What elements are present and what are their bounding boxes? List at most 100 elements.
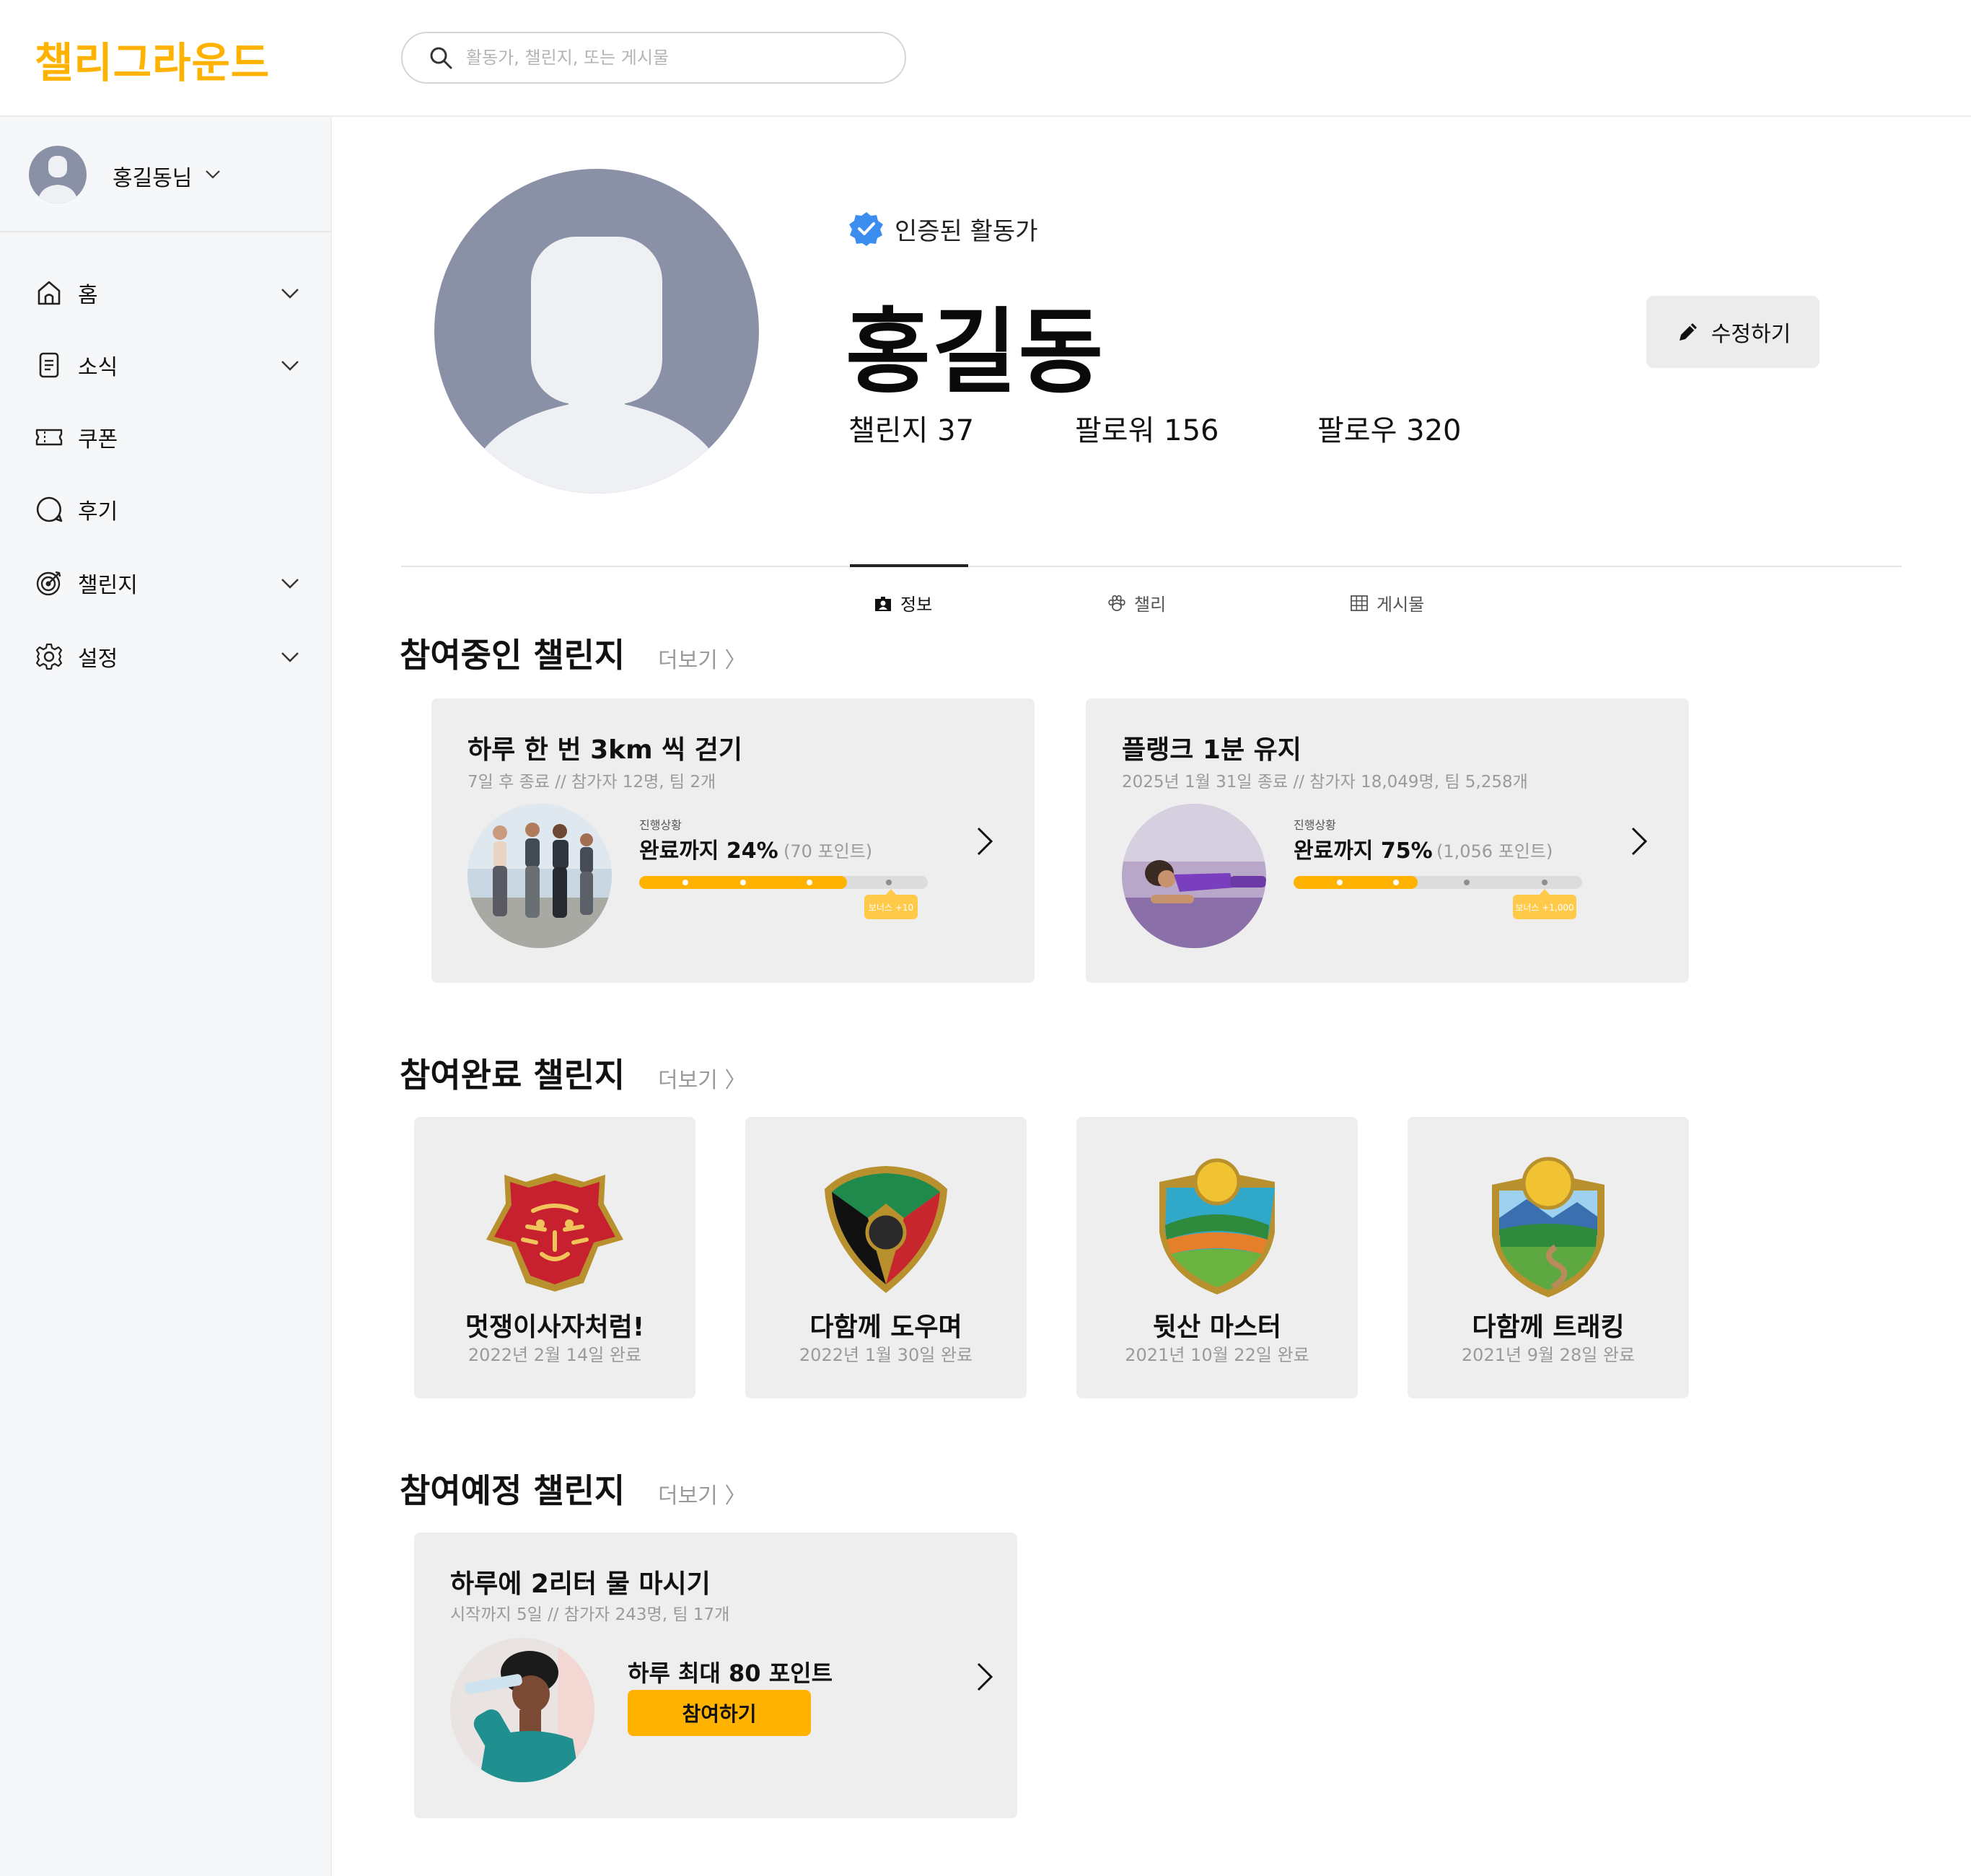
- search-input[interactable]: [466, 48, 870, 68]
- tab-challi[interactable]: 챌리: [1107, 590, 1166, 615]
- challenge-photo-water: [450, 1638, 594, 1782]
- progress-dot-bonus: [1542, 880, 1548, 885]
- ongoing-challenge-card[interactable]: 플랭크 1분 유지 2025년 1월 31일 종료 // 참가자 18,049명…: [1086, 698, 1689, 983]
- target-icon: [36, 571, 61, 596]
- chat-bubble-icon: [36, 496, 63, 522]
- sidebar: 홍길동님 홈 소식 쿠폰 후기 챌린지 설정: [0, 117, 332, 1876]
- chevron-down-icon[interactable]: [203, 165, 222, 183]
- ongoing-challenge-card[interactable]: 하루 한 번 3km 씩 걷기 7일 후 종료 // 참가자 12명, 팀 2개…: [431, 698, 1035, 983]
- sidebar-item-label: 쿠폰: [78, 427, 118, 452]
- sidebar-item-label: 홈: [78, 283, 98, 308]
- progress-label: 진행상황: [639, 818, 682, 832]
- progress-dot: [1464, 880, 1470, 885]
- sidebar-item-label: 후기: [78, 499, 118, 525]
- ticket-icon: [35, 429, 63, 446]
- completed-badge-card[interactable]: 다함께 트래킹 2021년 9월 28일 완료: [1408, 1117, 1689, 1398]
- challenge-title: 하루에 2리터 물 마시기: [450, 1569, 711, 1599]
- completed-badge-card[interactable]: 다함께 도우며 2022년 1월 30일 완료: [745, 1117, 1027, 1398]
- more-link-ongoing[interactable]: 더보기 〉: [658, 642, 746, 674]
- completed-badge-card[interactable]: 멋쟁이사자처럼! 2022년 2월 14일 완료: [414, 1117, 695, 1398]
- join-button[interactable]: 참여하기: [628, 1690, 811, 1736]
- progress-dot: [807, 880, 812, 885]
- tab-label: 챌리: [1134, 595, 1167, 615]
- chevron-down-icon[interactable]: [278, 645, 302, 668]
- progress-bar: [639, 876, 928, 889]
- id-card-icon: [875, 596, 891, 611]
- grid-icon: [1351, 595, 1368, 611]
- badge-title: 다함께 트래킹: [1472, 1312, 1625, 1342]
- chevron-down-icon[interactable]: [278, 571, 302, 595]
- sidebar-item-coupon[interactable]: 쿠폰: [0, 408, 332, 466]
- chevron-down-icon[interactable]: [278, 281, 302, 304]
- challenge-photo-walking: [467, 804, 612, 948]
- verified-check-icon: [849, 212, 883, 246]
- sidebar-item-label: 설정: [78, 646, 118, 672]
- tab-posts[interactable]: 게시물: [1349, 590, 1424, 615]
- stat-following[interactable]: 팔로우 320: [1317, 407, 1461, 449]
- stat-followers[interactable]: 팔로워 156: [1075, 407, 1219, 449]
- sidebar-item-settings[interactable]: 설정: [0, 628, 332, 685]
- progress-label: 진행상황: [1294, 818, 1336, 832]
- sidebar-item-reviews[interactable]: 후기: [0, 481, 332, 538]
- sidebar-item-challenge[interactable]: 챌린지: [0, 554, 332, 612]
- sidebar-profile[interactable]: 홍길동님: [0, 117, 332, 232]
- app-logo[interactable]: 챌리그라운드: [35, 29, 270, 89]
- tab-divider: [401, 566, 1902, 567]
- chevron-right-icon[interactable]: [970, 824, 998, 859]
- badge-title: 다함께 도우며: [809, 1312, 962, 1342]
- challenge-meta: 시작까지 5일 // 참가자 243명, 팀 17개: [450, 1605, 730, 1624]
- progress-points: (1,056 포인트): [1436, 841, 1553, 862]
- search-bar[interactable]: [401, 32, 906, 84]
- progress-bar: [1294, 876, 1582, 889]
- search-icon: [430, 47, 452, 69]
- more-link-upcoming[interactable]: 더보기 〉: [658, 1478, 746, 1509]
- edit-profile-button[interactable]: 수정하기: [1646, 296, 1819, 368]
- challenge-photo-plank: [1122, 804, 1266, 948]
- avatar[interactable]: [29, 146, 87, 203]
- more-link-completed[interactable]: 더보기 〉: [658, 1062, 746, 1094]
- badge-date: 2022년 2월 14일 완료: [467, 1345, 642, 1365]
- edit-profile-label: 수정하기: [1711, 322, 1791, 347]
- tab-info[interactable]: 정보: [873, 590, 932, 615]
- progress-dot-bonus: [886, 880, 892, 885]
- challenge-meta: 2025년 1월 31일 종료 // 참가자 18,049명, 팀 5,258개: [1122, 773, 1528, 792]
- verified-label: 인증된 활동가: [895, 216, 1038, 246]
- section-title-completed: 참여완료 챌린지: [400, 1056, 625, 1095]
- progress-dot: [1337, 880, 1343, 885]
- progress-dot: [682, 880, 688, 885]
- badge-title: 멋쟁이사자처럼!: [465, 1312, 645, 1342]
- badge-date: 2021년 9월 28일 완료: [1461, 1345, 1636, 1365]
- progress-points: (70 포인트): [783, 841, 873, 862]
- paw-icon: [1108, 595, 1125, 611]
- profile-avatar: [434, 169, 759, 494]
- bonus-tag: 보너스 +1,000: [1513, 889, 1576, 919]
- active-tab-indicator: [850, 564, 968, 567]
- hill-badge-icon: [1159, 1158, 1275, 1294]
- challenge-title: 플랭크 1분 유지: [1122, 735, 1301, 765]
- daily-points: 하루 최대 80 포인트: [628, 1660, 833, 1687]
- completed-badge-card[interactable]: 뒷산 마스터 2021년 10월 22일 완료: [1076, 1117, 1358, 1398]
- chevron-right-icon[interactable]: [1624, 824, 1653, 859]
- sidebar-item-home[interactable]: 홈: [0, 264, 332, 322]
- chevron-right-icon[interactable]: [970, 1660, 998, 1694]
- verified-status: 인증된 활동가: [848, 211, 1038, 247]
- gear-icon: [35, 643, 63, 670]
- sidebar-item-label: 챌린지: [78, 573, 138, 598]
- upcoming-challenge-card[interactable]: 하루에 2리터 물 마시기 시작까지 5일 // 참가자 243명, 팀 17개…: [414, 1533, 1017, 1818]
- user-name[interactable]: 홍길동님: [113, 160, 192, 192]
- badge-date: 2022년 1월 30일 완료: [799, 1345, 973, 1365]
- progress-bar-fill: [1294, 876, 1418, 889]
- progress-dot: [740, 880, 746, 885]
- chevron-down-icon[interactable]: [278, 354, 302, 377]
- top-header: 챌리그라운드: [0, 0, 1971, 117]
- challenge-title: 하루 한 번 3km 씩 걷기: [467, 735, 743, 765]
- progress-percent: 완료까지 24%: [639, 838, 778, 864]
- home-icon: [38, 281, 61, 305]
- badge-title: 뒷산 마스터: [1152, 1312, 1282, 1342]
- profile-name: 홍길동: [846, 299, 1105, 406]
- sidebar-item-news[interactable]: 소식: [0, 336, 332, 394]
- progress-percent: 완료까지 75%: [1294, 838, 1433, 864]
- stat-challenges[interactable]: 챌린지 37: [848, 407, 974, 449]
- bonus-tag: 보너스 +10: [864, 889, 918, 919]
- pencil-icon: [1679, 323, 1697, 341]
